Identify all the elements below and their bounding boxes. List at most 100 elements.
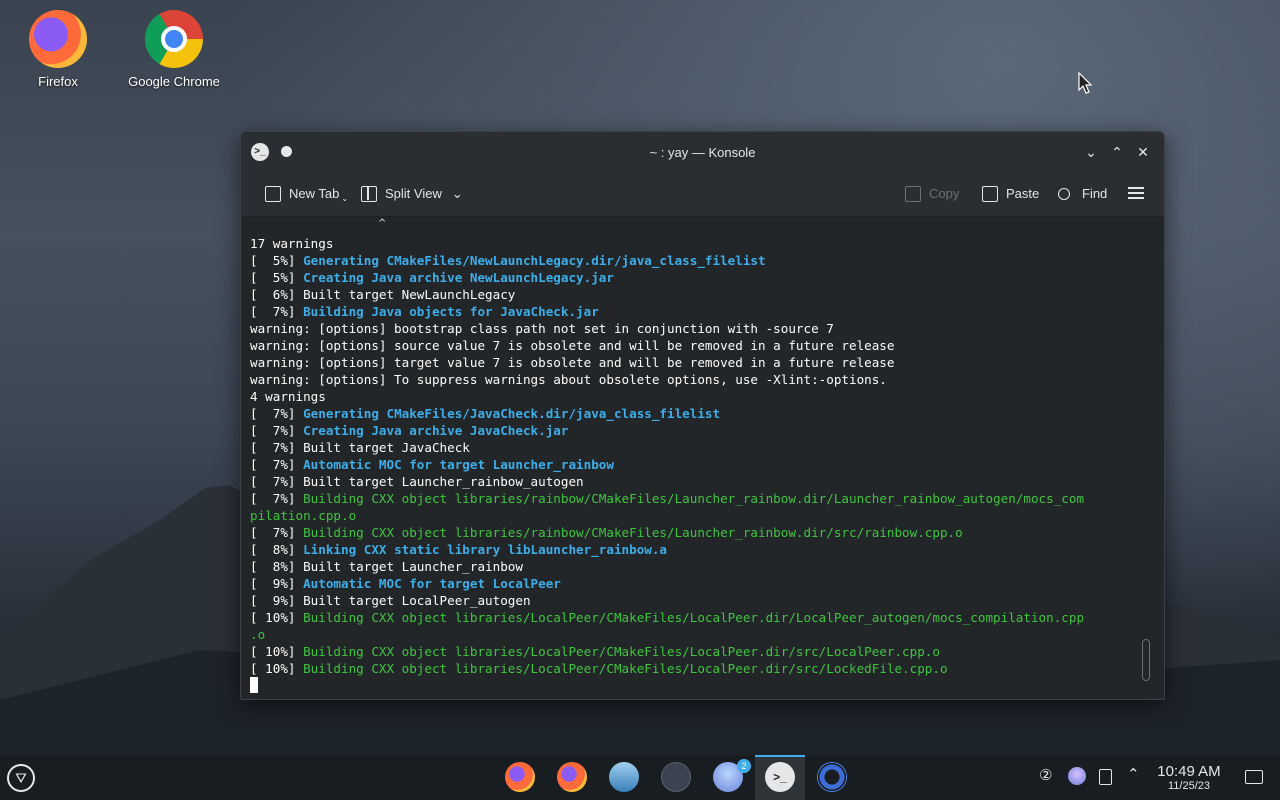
show-desktop-icon[interactable]: [1245, 770, 1263, 784]
terminal-view[interactable]: ^ 17 warnings[ 5%] Generating CMakeFiles…: [241, 217, 1164, 699]
progress-prefix: [ 7%]: [250, 304, 304, 319]
progress-prefix: [ 8%]: [250, 542, 304, 557]
terminal-line: warning: [options] source value 7 is obs…: [250, 337, 1135, 354]
tray-status-icon[interactable]: ②: [1039, 766, 1052, 784]
chromium-icon[interactable]: [817, 762, 847, 792]
terminal-line-text: warning: [options] To suppress warnings …: [250, 372, 887, 387]
desktop-icon-firefox[interactable]: Firefox: [3, 0, 113, 89]
new-tab-button[interactable]: New Tab ⌄: [265, 184, 348, 204]
terminal-line-text: .o: [250, 627, 266, 642]
terminal-line: [ 5%] Generating CMakeFiles/NewLaunchLeg…: [250, 252, 1135, 269]
progress-prefix: [ 10%]: [250, 661, 304, 676]
terminal-line: [ 7%] Built target JavaCheck: [250, 439, 1135, 456]
terminal-line-text: pilation.cpp.o: [250, 508, 357, 523]
terminal-line: [ 6%] Built target NewLaunchLegacy: [250, 286, 1135, 303]
paste-button[interactable]: Paste: [982, 184, 1039, 204]
clock[interactable]: 10:49 AM 11/25/23: [1148, 763, 1230, 793]
terminal-line-text: warning: [options] target value 7 is obs…: [250, 355, 895, 370]
terminal-line-text: Built target LocalPeer_autogen: [303, 593, 531, 608]
notification-badge: 2: [737, 759, 751, 773]
terminal-line-text: Building CXX object libraries/LocalPeer/…: [303, 661, 948, 676]
window-titlebar[interactable]: >_ ~ : yay — Konsole ⌄ ⌃ ✕: [241, 132, 1164, 172]
scroll-up-indicator: ^: [378, 218, 387, 229]
tray-discover-icon[interactable]: [1068, 767, 1086, 785]
chrome-icon: [145, 10, 203, 68]
desktop-icon-google-chrome[interactable]: Google Chrome: [119, 0, 229, 89]
terminal-line-text: Building CXX object libraries/LocalPeer/…: [303, 610, 1085, 625]
terminal-line-text: warning: [options] bootstrap class path …: [250, 321, 834, 336]
copy-icon: [905, 186, 921, 202]
progress-prefix: [ 7%]: [250, 423, 304, 438]
terminal-line: [ 10%] Building CXX object libraries/Loc…: [250, 660, 1135, 677]
clock-date: 11/25/23: [1167, 780, 1210, 792]
terminal-scrollbar[interactable]: [1142, 217, 1150, 689]
progress-prefix: [ 9%]: [250, 576, 304, 591]
settings-icon[interactable]: [661, 762, 691, 792]
new-tab-icon: [265, 186, 281, 202]
terminal-line-text: Building CXX object libraries/LocalPeer/…: [303, 644, 940, 659]
progress-prefix: [ 5%]: [250, 253, 304, 268]
taskbar-firefox-icon[interactable]: [557, 762, 587, 792]
terminal-output: 17 warnings[ 5%] Generating CMakeFiles/N…: [250, 235, 1135, 694]
terminal-line-text: Built target NewLaunchLegacy: [303, 287, 516, 302]
terminal-line-text: Built target JavaCheck: [303, 440, 470, 455]
hamburger-menu-icon[interactable]: [1128, 187, 1144, 199]
terminal-line: 4 warnings: [250, 388, 1135, 405]
desktop-icon-label: Google Chrome: [128, 74, 220, 89]
dropdown-arrow-icon: ⌄: [341, 194, 349, 203]
copy-button[interactable]: Copy: [905, 184, 959, 204]
chevron-down-icon: ⌄: [451, 186, 463, 201]
terminal-line: [ 5%] Creating Java archive NewLaunchLeg…: [250, 269, 1135, 286]
paste-label: Paste: [1006, 186, 1040, 201]
clipboard-icon[interactable]: [1099, 769, 1112, 785]
terminal-line: [ 10%] Building CXX object libraries/Loc…: [250, 609, 1135, 626]
terminal-line-text: Built target Launcher_rainbow: [303, 559, 523, 574]
terminal-line: [ 7%] Built target Launcher_rainbow_auto…: [250, 473, 1135, 490]
progress-prefix: [ 7%]: [250, 525, 304, 540]
split-view-icon: [361, 186, 377, 202]
maximize-button[interactable]: ⌃: [1107, 142, 1127, 162]
terminal-line: .o: [250, 626, 1135, 643]
dolphin-icon[interactable]: [609, 762, 639, 792]
progress-prefix: [ 7%]: [250, 406, 304, 421]
paste-icon: [982, 186, 998, 202]
copy-label: Copy: [929, 186, 960, 201]
terminal-line: pilation.cpp.o: [250, 507, 1135, 524]
terminal-line: [ 7%] Automatic MOC for target Launcher_…: [250, 456, 1135, 473]
scrollbar-thumb[interactable]: [1142, 639, 1150, 681]
progress-prefix: [ 5%]: [250, 270, 304, 285]
terminal-line-text: Automatic MOC for target LocalPeer: [303, 576, 561, 591]
find-button[interactable]: Find: [1058, 184, 1107, 204]
terminal-line-text: Automatic MOC for target Launcher_rainbo…: [303, 457, 614, 472]
app-launcher-button[interactable]: ⛛: [7, 764, 35, 792]
progress-prefix: [ 7%]: [250, 474, 304, 489]
chevron-up-icon[interactable]: ⌃: [1127, 765, 1140, 783]
progress-prefix: [ 10%]: [250, 644, 304, 659]
terminal-line-text: Linking CXX static library libLauncher_r…: [303, 542, 668, 557]
minimize-button[interactable]: ⌄: [1081, 142, 1101, 162]
discover-icon[interactable]: 2: [713, 759, 751, 792]
progress-prefix: [ 7%]: [250, 440, 304, 455]
desktop-icon-label: Firefox: [38, 74, 78, 89]
terminal-line-text: Generating CMakeFiles/NewLaunchLegacy.di…: [303, 253, 766, 268]
konsole-icon[interactable]: >_: [765, 762, 795, 792]
terminal-line-text: 4 warnings: [250, 389, 326, 404]
konsole-window: >_ ~ : yay — Konsole ⌄ ⌃ ✕ New Tab ⌄ Spl…: [240, 131, 1165, 700]
text-cursor: [250, 677, 258, 693]
progress-prefix: [ 7%]: [250, 491, 304, 506]
progress-prefix: [ 9%]: [250, 593, 304, 608]
terminal-line: [ 7%] Building CXX object libraries/rain…: [250, 490, 1135, 507]
terminal-line-text: Generating CMakeFiles/JavaCheck.dir/java…: [303, 406, 721, 421]
terminal-line-text: Built target Launcher_rainbow_autogen: [303, 474, 584, 489]
terminal-line: [ 7%] Generating CMakeFiles/JavaCheck.di…: [250, 405, 1135, 422]
new-tab-label: New Tab: [289, 186, 340, 201]
find-label: Find: [1082, 186, 1108, 201]
split-view-button[interactable]: Split View ⌄: [361, 184, 463, 204]
terminal-line-text: warning: [options] source value 7 is obs…: [250, 338, 895, 353]
close-button[interactable]: ✕: [1133, 142, 1153, 162]
terminal-line-text: Building CXX object libraries/rainbow/CM…: [303, 525, 963, 540]
taskbar-firefox-icon[interactable]: [505, 762, 535, 792]
mouse-pointer-icon: [1078, 72, 1092, 94]
progress-prefix: [ 6%]: [250, 287, 304, 302]
terminal-line-text: Creating Java archive JavaCheck.jar: [303, 423, 569, 438]
